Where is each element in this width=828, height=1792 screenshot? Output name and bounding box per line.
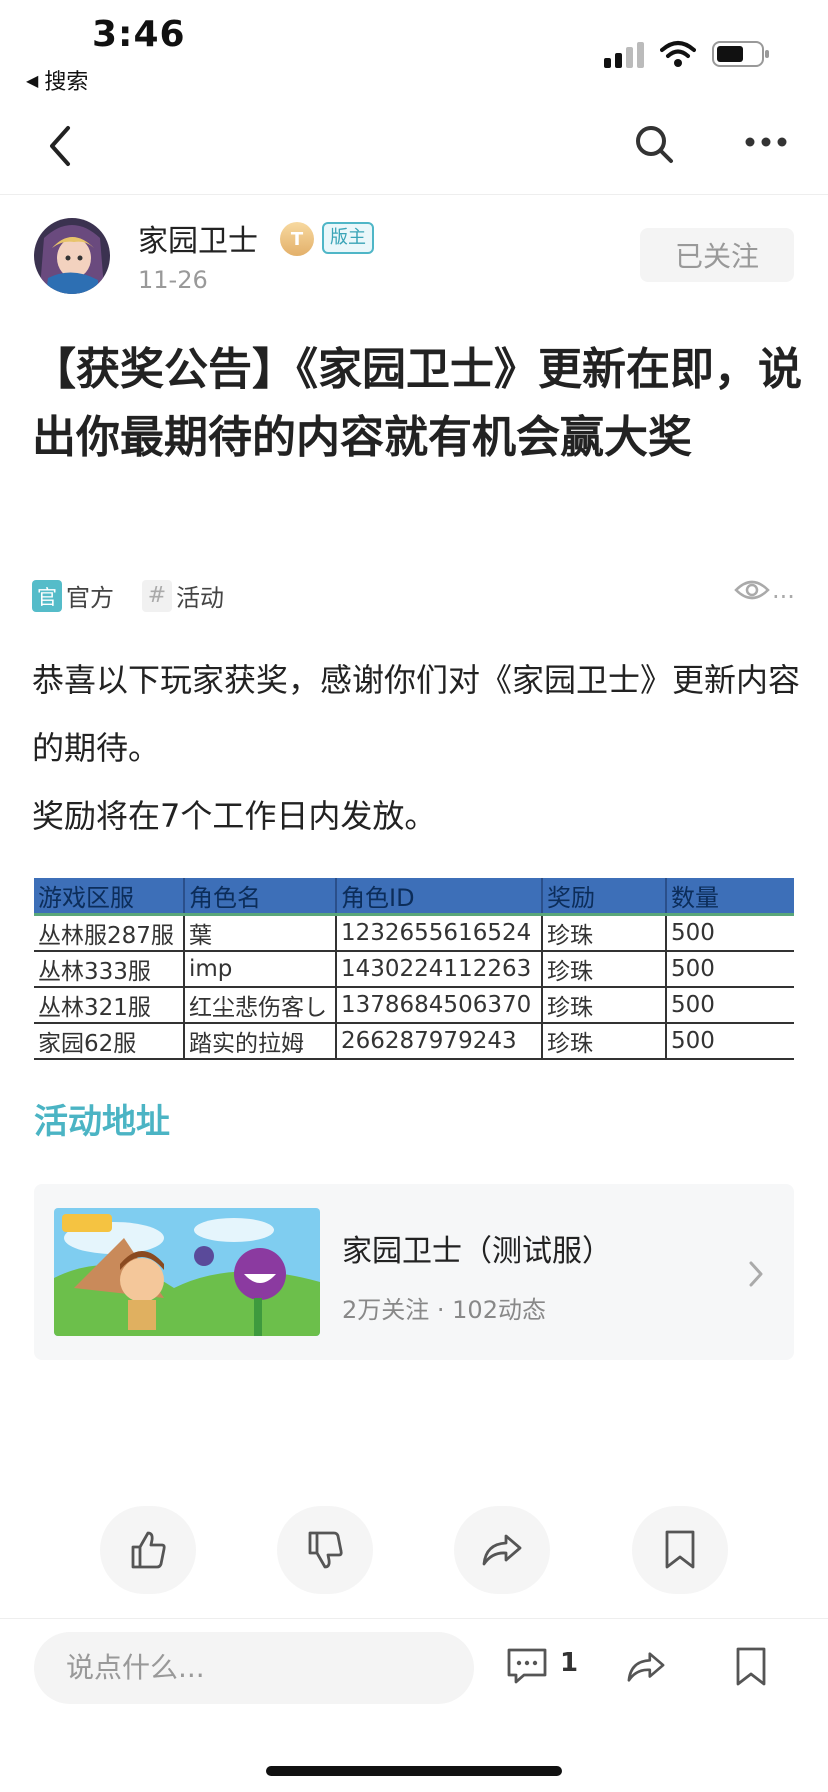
body-paragraph: 奖励将在7个工作日内发放。 (32, 797, 437, 835)
table-cell: 500 (666, 951, 794, 988)
back-app-label: 搜索 (44, 70, 89, 95)
game-artwork-image (54, 1208, 320, 1336)
like-button[interactable] (100, 1506, 196, 1594)
table-header: 奖励 (542, 878, 667, 915)
table-row: 丛林321服 红尘悲伤客し 1378684506370 珍珠 500 (34, 987, 794, 1024)
share-button[interactable] (454, 1506, 550, 1594)
dislike-button[interactable] (277, 1506, 373, 1594)
table-header: 角色名 (184, 878, 337, 915)
table-cell: 266287979243 (336, 1023, 543, 1060)
home-indicator (266, 1766, 562, 1776)
award-table: 游戏区服 角色名 角色ID 奖励 数量 丛林服287服 葉 1232655616… (34, 878, 794, 1060)
thumbs-up-icon (131, 1531, 166, 1569)
wifi-icon (660, 41, 696, 67)
table-header: 数量 (666, 878, 794, 915)
tag-official-label: 官方 (66, 584, 114, 612)
table-cell: 500 (666, 913, 794, 952)
tag-activity[interactable]: # 活动 (142, 578, 224, 613)
official-mark-icon: 官 (32, 579, 62, 612)
nav-divider (0, 194, 828, 195)
table-cell: 1232655616524 (336, 913, 543, 952)
table-cell: 葉 (184, 913, 337, 952)
view-count-suffix: ... (772, 576, 795, 604)
bottom-divider (0, 1618, 828, 1619)
search-icon[interactable] (634, 124, 674, 164)
table-cell: imp (184, 951, 337, 988)
game-stats: 2万关注 · 102动态 (342, 1296, 546, 1324)
game-name[interactable]: 家园卫士（测试服） (342, 1226, 612, 1270)
table-cell: 丛林333服 (34, 951, 185, 988)
table-cell: 踏实的拉姆 (184, 1023, 337, 1060)
table-cell: 1378684506370 (336, 987, 543, 1024)
activity-link-heading: 活动地址 (34, 1102, 170, 1142)
body-paragraph: 恭喜以下玩家获奖，感谢你们对《家园卫士》更新内容的期待。 (32, 661, 801, 767)
back-triangle-icon: ◀ (26, 70, 39, 90)
table-header: 游戏区服 (34, 878, 185, 915)
comment-icon[interactable] (506, 1646, 548, 1686)
moderator-badge: 版主 (322, 222, 374, 254)
comment-input[interactable]: 说点什么... (34, 1632, 474, 1704)
more-options-icon[interactable] (744, 130, 788, 154)
hashtag-icon: # (142, 579, 172, 612)
table-cell: 珍珠 (542, 913, 667, 952)
eye-icon (734, 580, 770, 600)
post-date: 11-26 (138, 266, 208, 294)
table-cell: 家园62服 (34, 1023, 185, 1060)
table-cell: 500 (666, 1023, 794, 1060)
tag-official[interactable]: 官 官方 (32, 578, 114, 613)
tag-activity-label: 活动 (176, 584, 224, 612)
table-cell: 珍珠 (542, 1023, 667, 1060)
post-body: 恭喜以下玩家获奖，感谢你们对《家园卫士》更新内容的期待。 奖励将在7个工作日内发… (32, 646, 802, 850)
table-row: 家园62服 踏实的拉姆 266287979243 珍珠 500 (34, 1023, 794, 1060)
share-icon[interactable] (624, 1648, 668, 1686)
bookmark-icon[interactable] (734, 1646, 768, 1688)
table-cell: 1430224112263 (336, 951, 543, 988)
bookmark-icon (665, 1530, 695, 1569)
status-time: 3:46 (92, 14, 186, 55)
back-to-app-link[interactable]: ◀ 搜索 (26, 64, 88, 96)
bookmark-button[interactable] (632, 1506, 728, 1594)
battery-icon (712, 41, 769, 67)
comment-count: 1 (560, 1648, 579, 1678)
table-header: 角色ID (336, 878, 543, 915)
back-arrow-icon[interactable] (46, 124, 74, 168)
post-title: 【获奖公告】《家园卫士》更新在即，说出你最期待的内容就有机会赢大奖 (32, 344, 802, 463)
follow-button[interactable]: 已关注 (640, 228, 794, 282)
thumbs-down-icon (308, 1531, 343, 1569)
table-cell: 红尘悲伤客し (184, 987, 337, 1024)
view-count: ... (734, 576, 795, 604)
table-cell: 珍珠 (542, 987, 667, 1024)
author-avatar[interactable] (34, 218, 110, 294)
avatar-illustration (34, 218, 110, 294)
cellular-signal-icon (604, 42, 644, 68)
user-level-badge: T (280, 222, 314, 256)
share-arrow-icon (482, 1534, 522, 1566)
table-cell: 丛林321服 (34, 987, 185, 1024)
table-row: 丛林服287服 葉 1232655616524 珍珠 500 (34, 913, 794, 952)
table-cell: 珍珠 (542, 951, 667, 988)
author-name[interactable]: 家园卫士 (138, 216, 258, 260)
table-cell: 丛林服287服 (34, 913, 185, 952)
table-row: 丛林333服 imp 1430224112263 珍珠 500 (34, 951, 794, 988)
table-cell: 500 (666, 987, 794, 1024)
game-thumbnail[interactable] (54, 1208, 320, 1336)
chevron-right-icon[interactable] (748, 1260, 764, 1288)
table-header-row: 游戏区服 角色名 角色ID 奖励 数量 (34, 878, 794, 915)
